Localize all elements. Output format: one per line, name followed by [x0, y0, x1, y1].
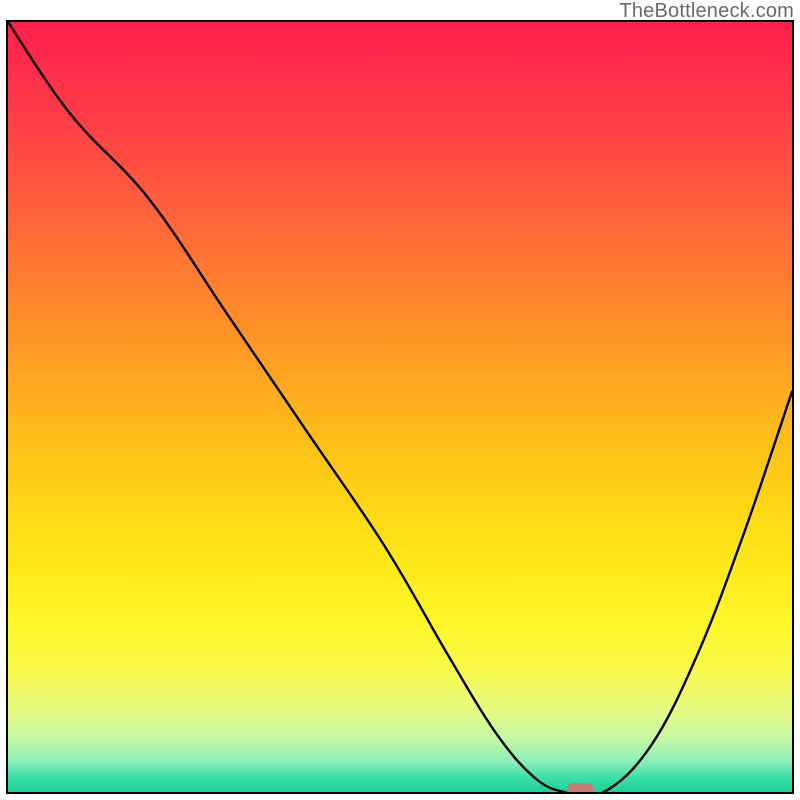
- chart-frame: [6, 20, 794, 794]
- optimum-marker: [567, 784, 593, 793]
- chart-svg: [8, 22, 792, 792]
- bottleneck-curve: [8, 22, 792, 792]
